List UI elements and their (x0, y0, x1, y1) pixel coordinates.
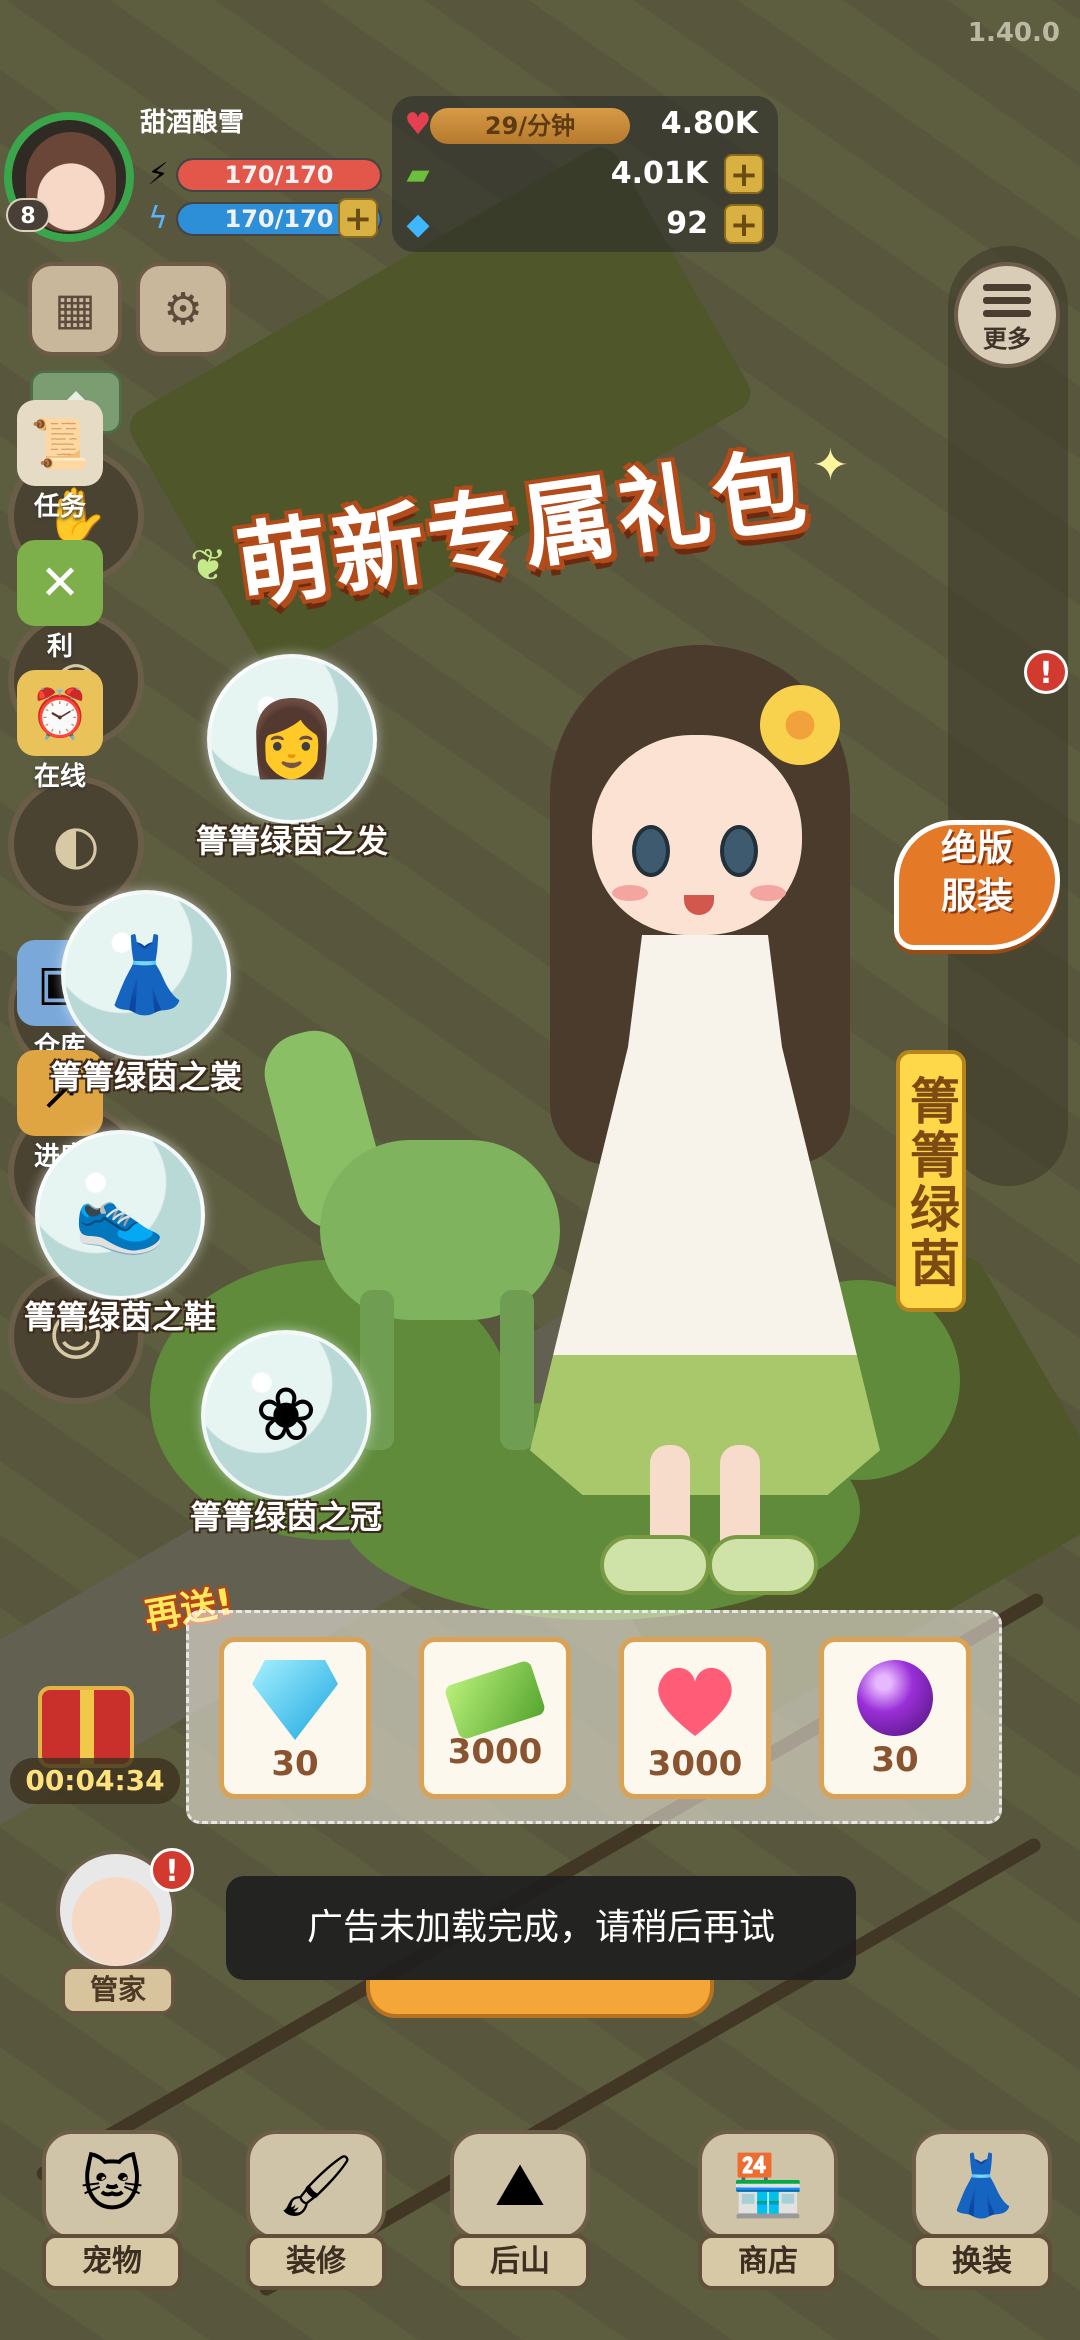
energy-value: 170/170 (224, 161, 334, 189)
claim-button[interactable] (366, 1980, 714, 2018)
nav-label: 换装 (912, 2234, 1052, 2290)
gift-box-icon (38, 1686, 134, 1768)
tasks-label: 任务 (33, 492, 86, 522)
nav-label: 后山 (450, 2234, 590, 2290)
lightning-icon: ϟ (148, 200, 168, 236)
energy-bar: 170/170 (176, 158, 382, 192)
bread-icon: ◐ (52, 812, 100, 876)
player-name: 甜酒酿雪 (140, 108, 245, 138)
outfit-item-crown[interactable]: ❀ 箐箐绿茵之冠 (190, 1330, 382, 1538)
calendar-button[interactable]: ▦ (28, 262, 122, 356)
scroll-icon: 📜 (17, 400, 103, 486)
outfit-item-hair[interactable]: 👩 箐箐绿茵之发 (196, 654, 388, 862)
reward-item-cash: 3000 (419, 1637, 571, 1799)
energy-icon: ⚡ (147, 156, 169, 192)
reward-value: 3000 (447, 1732, 543, 1772)
cash-row: ▰ 4.01K + (392, 152, 778, 196)
paint-icon: 🖌 (246, 2130, 386, 2240)
outfit-item-label: 箐箐绿茵之裳 (50, 1058, 243, 1096)
cash-plus-button[interactable]: + (724, 154, 764, 194)
outfit-item-shoes[interactable]: 👟 箐箐绿茵之鞋 (24, 1130, 216, 1338)
online-label: 在线 (33, 762, 86, 792)
outfit-item-label: 箐箐绿茵之发 (196, 822, 389, 860)
right-side-menu (948, 246, 1068, 1186)
nav-backhill[interactable]: ⛰ 后山 (438, 2130, 602, 2310)
cash-icon: ▰ (406, 156, 430, 192)
version-label: 1.40.0 (967, 18, 1060, 48)
cash-value: 4.01K (610, 156, 708, 191)
shop-icon: 🏪 (698, 2130, 838, 2240)
outfit-item-dress[interactable]: 👗 箐箐绿茵之裳 (50, 890, 242, 1098)
level-badge: 8 (6, 198, 50, 232)
cat-icon: 🐱 (42, 2130, 182, 2240)
more-label: 更多 (983, 325, 1031, 353)
diamond-icon: ◆ (406, 206, 430, 242)
dress-icon: 👗 (912, 2130, 1052, 2240)
diamonds-value: 92 (666, 206, 708, 241)
reward-item-orb: 30 (819, 1637, 971, 1799)
limited-edition-badge: 绝版 服装 (894, 820, 1060, 950)
settings-button[interactable]: ⚙ (136, 262, 230, 356)
reward-item-diamond: 30 (219, 1637, 371, 1799)
toast-message: 广告未加载完成，请稍后再试 (226, 1876, 856, 1980)
nav-dressup[interactable]: 👗 换装 (900, 2130, 1064, 2310)
online-alert-badge: ! (1024, 650, 1068, 694)
heart-rate: 29/分钟 (430, 108, 630, 144)
steward-label: 管家 (62, 1966, 174, 2014)
stamina-plus-button[interactable]: + (338, 198, 378, 238)
cash-icon (443, 1659, 547, 1741)
hearts-value: 4.80K (660, 106, 758, 141)
gear-icon: ⚙ (163, 283, 203, 335)
nav-label: 装修 (246, 2234, 386, 2290)
diamond-plus-button[interactable]: + (724, 204, 764, 244)
nav-decorate[interactable]: 🖌 装修 (234, 2130, 398, 2310)
steward-alert-badge: ! (150, 1848, 194, 1892)
diamond-icon (252, 1660, 338, 1740)
dress-icon: 👗 (61, 890, 231, 1060)
sprout-icon: ❦ (190, 540, 227, 591)
tasks-button[interactable]: 📜 任务 (0, 390, 120, 540)
leaf-icon: ✕ (17, 540, 103, 626)
character-illustration (520, 615, 890, 1615)
outfit-name-tag: 箐箐绿茵 (896, 1050, 966, 1312)
outfit-item-label: 箐箐绿茵之鞋 (24, 1298, 217, 1336)
edition-line-2: 服装 (940, 876, 1013, 917)
crown-icon: ❀ (201, 1330, 371, 1500)
shoes-icon: 👟 (35, 1130, 205, 1300)
hearts-row: ♥ 29/分钟 4.80K (392, 102, 778, 146)
online-button[interactable]: ⏰ 在线 (0, 660, 120, 810)
nav-pets[interactable]: 🐱 宠物 (30, 2130, 194, 2310)
reward-value: 3000 (647, 1744, 743, 1784)
calendar-icon: ▦ (54, 283, 96, 335)
nav-label: 商店 (698, 2234, 838, 2290)
heart-icon (652, 1660, 738, 1740)
hair-icon: 👩 (207, 654, 377, 824)
reward-panel: 30 3000 3000 30 (186, 1610, 1002, 1824)
nav-label: 宠物 (42, 2234, 182, 2290)
resource-panel: ♥ 29/分钟 4.80K ▰ 4.01K + ◆ 92 + (392, 96, 778, 252)
orb-icon (857, 1660, 933, 1736)
welfare-label: 利 (46, 632, 73, 662)
reward-value: 30 (271, 1744, 319, 1784)
sparkle-icon: ✦ (812, 440, 849, 491)
edition-line-1: 绝版 (940, 828, 1013, 869)
mountain-icon: ⛰ (450, 2130, 590, 2240)
nav-shop[interactable]: 🏪 商店 (686, 2130, 850, 2310)
outfit-item-label: 箐箐绿茵之冠 (190, 1498, 383, 1536)
reward-item-heart: 3000 (619, 1637, 771, 1799)
clock-icon: ⏰ (17, 670, 103, 756)
diamond-row: ◆ 92 + (392, 202, 778, 246)
gift-timer-text: 00:04:34 (10, 1758, 180, 1804)
gift-timer-button[interactable]: 00:04:34 (0, 1686, 190, 1806)
welfare-button[interactable]: ✕ 利 (0, 530, 120, 680)
more-button[interactable]: 更多 (954, 262, 1060, 368)
menu-icon (983, 284, 1031, 317)
reward-value: 30 (871, 1740, 919, 1780)
